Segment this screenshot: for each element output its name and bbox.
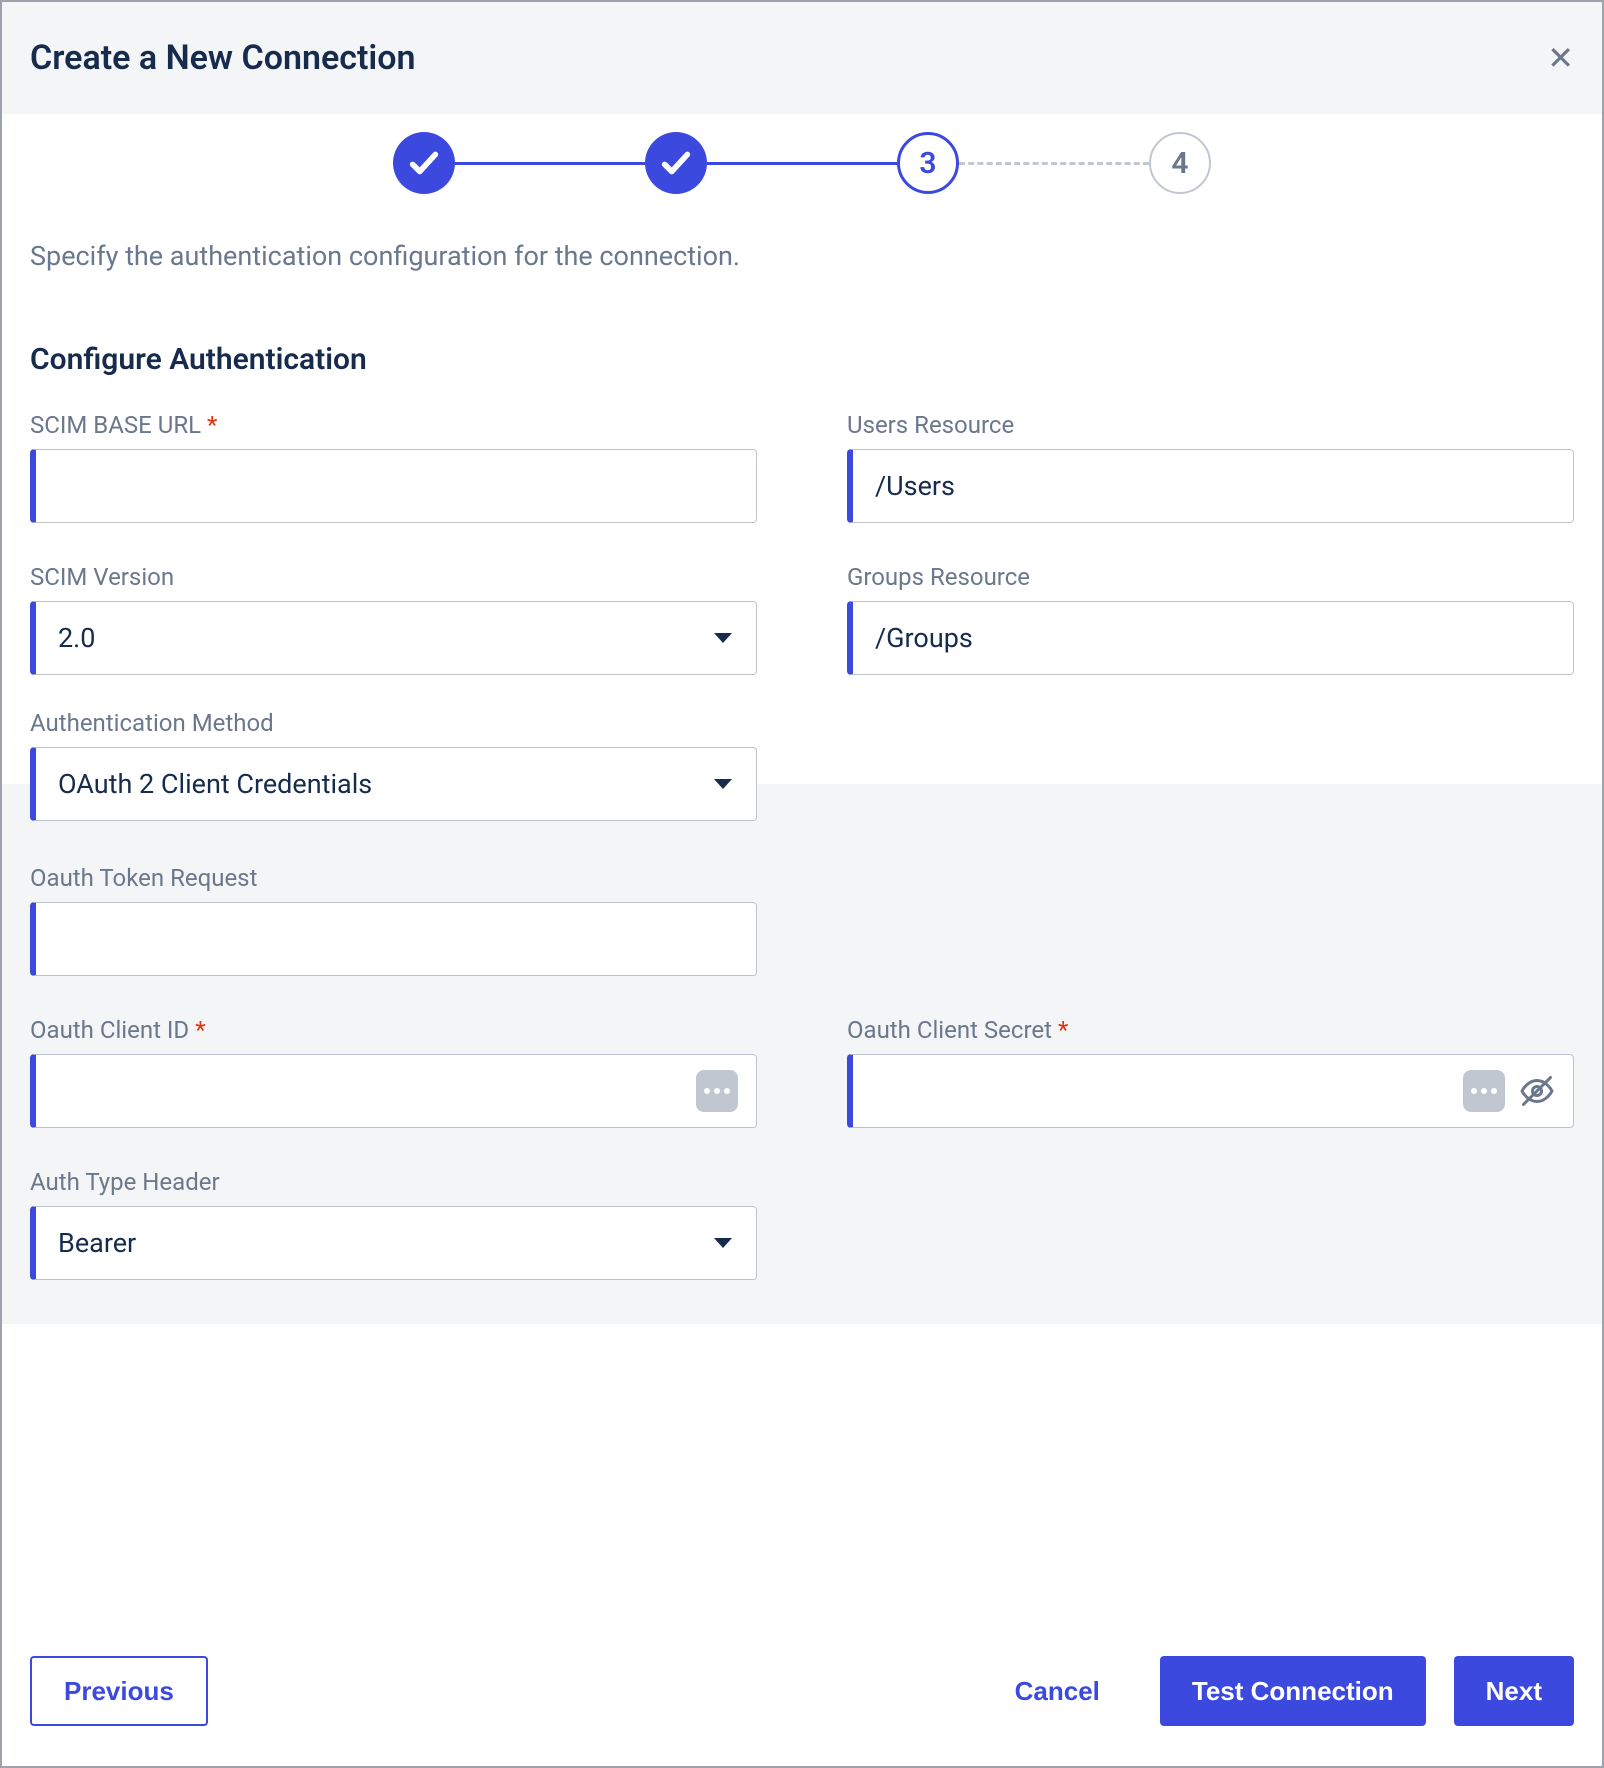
previous-button[interactable]: Previous — [30, 1656, 208, 1726]
required-mark: * — [1058, 1016, 1068, 1044]
next-button[interactable]: Next — [1454, 1656, 1574, 1726]
label-auth-method: Authentication Method — [30, 709, 757, 737]
secure-field-icon[interactable] — [1463, 1070, 1505, 1112]
eye-off-icon[interactable] — [1519, 1073, 1555, 1109]
step-1-done[interactable] — [393, 132, 455, 194]
label-scim-version: SCIM Version — [30, 563, 757, 591]
wizard-footer: Previous Cancel Test Connection Next — [2, 1626, 1602, 1766]
oauth-client-id-input[interactable] — [30, 1054, 757, 1128]
field-oauth-client-secret: Oauth Client Secret * — [847, 1016, 1574, 1128]
users-resource-input[interactable]: /Users — [847, 449, 1574, 523]
auth-type-header-select[interactable]: Bearer — [30, 1206, 757, 1280]
label-scim-base-url: SCIM BASE URL * — [30, 411, 757, 439]
scim-base-url-input[interactable] — [30, 449, 757, 523]
step-2-done[interactable] — [645, 132, 707, 194]
modal-header: Create a New Connection ✕ — [2, 2, 1602, 114]
chevron-down-icon — [714, 779, 732, 789]
step-instruction: Specify the authentication configuration… — [2, 204, 1602, 282]
groups-resource-input[interactable]: /Groups — [847, 601, 1574, 675]
check-icon — [659, 146, 693, 180]
field-oauth-token-request: Oauth Token Request — [30, 864, 757, 976]
connector-3-4 — [959, 162, 1149, 165]
scim-version-select[interactable]: 2.0 — [30, 601, 757, 675]
section-title: Configure Authentication — [2, 282, 1602, 377]
label-oauth-token-request: Oauth Token Request — [30, 864, 757, 892]
field-scim-base-url: SCIM BASE URL * — [30, 411, 757, 523]
label-oauth-client-id: Oauth Client ID * — [30, 1016, 757, 1044]
chevron-down-icon — [714, 1238, 732, 1248]
wizard-stepper: 3 4 — [2, 114, 1602, 204]
required-mark: * — [207, 411, 217, 439]
create-connection-modal: Create a New Connection ✕ 3 4 Specify th… — [0, 0, 1604, 1768]
step-3-active[interactable]: 3 — [897, 132, 959, 194]
label-groups-resource: Groups Resource — [847, 563, 1574, 591]
secure-field-icon[interactable] — [696, 1070, 738, 1112]
field-oauth-client-id: Oauth Client ID * — [30, 1016, 757, 1128]
check-icon — [407, 146, 441, 180]
field-auth-type-header: Auth Type Header Bearer — [30, 1168, 757, 1280]
step-4-future[interactable]: 4 — [1149, 132, 1211, 194]
oauth-sub-panel-outer: Oauth Token Request Oauth Client ID * — [2, 784, 1602, 1324]
oauth-sub-panel: Oauth Token Request Oauth Client ID * — [2, 784, 1602, 1324]
field-users-resource: Users Resource /Users — [847, 411, 1574, 523]
cancel-button[interactable]: Cancel — [983, 1656, 1132, 1726]
auth-method-select[interactable]: OAuth 2 Client Credentials — [30, 747, 757, 821]
connector-1-2 — [455, 162, 645, 165]
field-groups-resource: Groups Resource /Groups — [847, 563, 1574, 675]
modal-title: Create a New Connection — [30, 38, 415, 78]
form-grid-main: SCIM BASE URL * Users Resource /Users SC… — [2, 377, 1602, 675]
connector-2-3 — [707, 162, 897, 165]
field-scim-version: SCIM Version 2.0 — [30, 563, 757, 675]
oauth-token-request-input[interactable] — [30, 902, 757, 976]
test-connection-button[interactable]: Test Connection — [1160, 1656, 1426, 1726]
label-users-resource: Users Resource — [847, 411, 1574, 439]
oauth-client-secret-input[interactable] — [847, 1054, 1574, 1128]
field-auth-method: Authentication Method OAuth 2 Client Cre… — [30, 709, 757, 821]
close-button[interactable]: ✕ — [1547, 42, 1574, 74]
label-auth-type-header: Auth Type Header — [30, 1168, 757, 1196]
required-mark: * — [195, 1016, 205, 1044]
chevron-down-icon — [714, 633, 732, 643]
form-grid-oauth: Oauth Token Request Oauth Client ID * — [30, 864, 1574, 1280]
close-icon: ✕ — [1547, 40, 1574, 76]
label-oauth-client-secret: Oauth Client Secret * — [847, 1016, 1574, 1044]
